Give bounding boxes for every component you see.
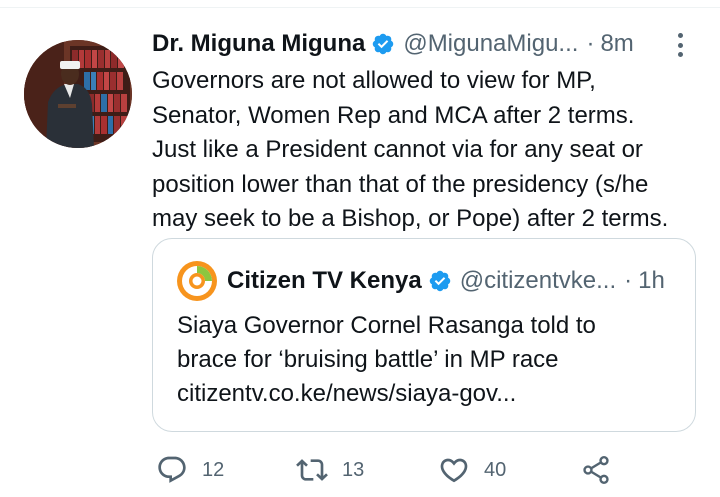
author-name[interactable]: Dr. Miguna Miguna [152,30,365,58]
quoted-author-name[interactable]: Citizen TV Kenya [227,267,422,295]
share-button[interactable] [580,450,612,490]
quoted-tweet-text: Siaya Governor Cornel Rasanga told to br… [177,309,677,411]
retweet-icon [296,459,328,481]
tweet-text-line: Just like a President cannot via for any… [152,136,643,163]
more-dot [677,33,683,38]
like-count: 40 [484,458,507,481]
separator-dot: · [624,267,633,294]
tweet-actions-bar: 12 13 40 [152,450,652,490]
quoted-author-handle[interactable]: @citizentvke... [460,267,616,295]
verified-badge-icon [428,269,452,293]
more-dot [677,42,683,48]
more-dot [677,52,683,57]
tweet-timestamp[interactable]: 8m [600,30,633,58]
separator-dot: · [586,30,595,57]
more-options-icon[interactable] [668,30,692,60]
like-button[interactable]: 40 [438,450,506,490]
quoted-text-line: brace for ‘bruising battle’ in MP race [177,346,559,373]
retweet-count: 13 [342,458,365,481]
tweet-text: Governors are not allowed to view for MP… [152,64,697,237]
quoted-timestamp[interactable]: 1h [638,267,665,295]
citizen-tv-logo[interactable] [177,261,217,301]
tweet-text-line: position lower than that of the presiden… [152,170,649,198]
tweet-text-line: may seek to be a Bishop, or Pope) after … [152,205,669,232]
verified-badge-icon [371,32,395,56]
author-handle[interactable]: @MigunaMigu... [403,30,578,58]
retweet-button[interactable]: 13 [296,450,364,490]
quoted-tweet-header: Citizen TV Kenya @citizentvke... · 1h [177,261,665,301]
reply-icon [158,456,186,483]
heart-icon [440,458,468,483]
top-divider [0,0,720,8]
quoted-link[interactable]: citizentv.co.ke/news/siaya-gov... [177,377,677,411]
share-icon [583,456,609,484]
quoted-text-line: Siaya Governor Cornel Rasanga told to [177,312,596,339]
avatar-image [24,40,132,148]
tweet-header: Dr. Miguna Miguna @MigunaMigu... · 8m [152,26,692,62]
reply-button[interactable]: 12 [156,450,224,490]
quoted-tweet-card[interactable]: Citizen TV Kenya @citizentvke... · 1h Si… [152,238,696,432]
tweet-text-line: Governors are not allowed to view for MP… [152,67,596,94]
author-avatar[interactable] [24,40,132,148]
tweet-text-line: Senator, Women Rep and MCA after 2 terms… [152,101,635,129]
reply-count: 12 [202,458,225,481]
